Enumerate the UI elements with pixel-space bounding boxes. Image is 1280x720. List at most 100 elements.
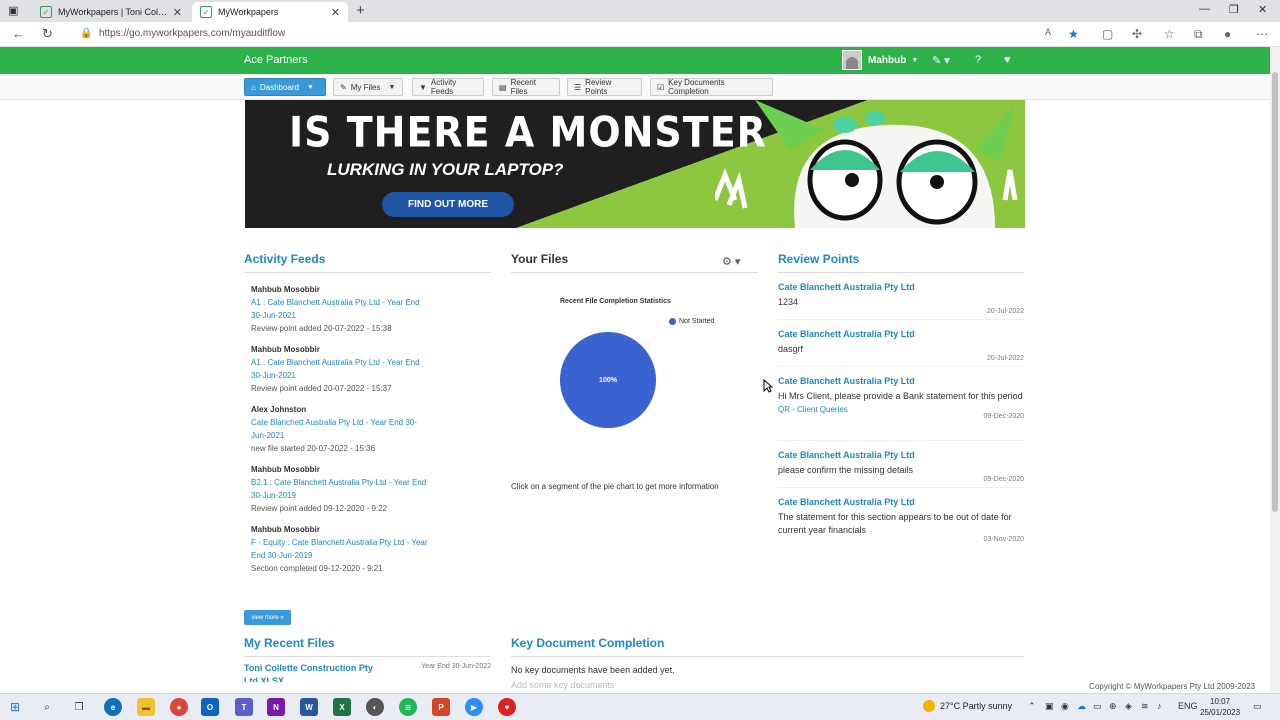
- browser-tab[interactable]: ✓ MyWorkpapers | Toni Collette Co ✕: [32, 2, 190, 22]
- my-files-button[interactable]: ✎ My Files ▼: [333, 78, 403, 96]
- review-client[interactable]: Cate Blanchett Australia Pty Ltd: [778, 282, 1024, 292]
- refresh-icon[interactable]: ↻: [42, 26, 53, 42]
- windows-start-icon[interactable]: ⊞: [6, 698, 24, 716]
- recent-file-link[interactable]: Toni Collette Construction Pty Ltd.XLSX: [244, 662, 394, 682]
- review-points-title[interactable]: Review Points: [778, 252, 1024, 273]
- more-icon[interactable]: ⋯: [1256, 27, 1268, 41]
- activity-feeds-button[interactable]: ▼ Activity Feeds: [412, 78, 484, 96]
- chrome-icon[interactable]: ●: [170, 698, 188, 716]
- key-docs-title[interactable]: Key Document Completion: [511, 636, 1024, 657]
- review-points-button[interactable]: ☰ Review Points: [567, 78, 642, 96]
- edge-icon[interactable]: e: [104, 698, 122, 716]
- puzzle-icon[interactable]: ✣: [1132, 27, 1142, 41]
- promo-banner[interactable]: IS THERE A MONSTER LURKING IN YOUR LAPTO…: [245, 100, 1025, 228]
- close-window-icon[interactable]: ✕: [1258, 3, 1267, 16]
- teams-icon[interactable]: T: [235, 698, 253, 716]
- key-documents-button[interactable]: ☑ Key Documents Completion: [650, 78, 773, 96]
- feed-link[interactable]: Cate Blanchett Australia Pty Ltd - Year …: [251, 416, 426, 442]
- task-view-icon[interactable]: ❐: [70, 698, 88, 716]
- language-indicator[interactable]: ENG: [1178, 701, 1198, 711]
- wrench-icon[interactable]: ✎ ▾: [932, 54, 950, 67]
- minimize-icon[interactable]: —: [1199, 3, 1210, 15]
- powerpoint-icon[interactable]: P: [432, 698, 450, 716]
- tray-app-icon[interactable]: ▭: [1093, 701, 1102, 712]
- lock-icon[interactable]: 🔒: [80, 28, 92, 39]
- window-menu-icon[interactable]: ▣: [8, 4, 18, 17]
- help-icon[interactable]: ?: [975, 54, 981, 66]
- volume-icon[interactable]: ♪: [1157, 701, 1162, 711]
- gear-icon[interactable]: ⚙ ▾: [722, 255, 740, 268]
- app-icon[interactable]: ♥: [498, 698, 516, 716]
- activity-feeds-title[interactable]: Activity Feeds: [244, 252, 491, 273]
- view-more-button[interactable]: view more »: [244, 610, 291, 625]
- review-client[interactable]: Cate Blanchett Australia Pty Ltd: [778, 376, 1024, 386]
- add-key-docs-link[interactable]: Add some key documents: [511, 680, 1024, 690]
- new-tab-icon[interactable]: +: [356, 2, 365, 19]
- chart-legend[interactable]: Not Started: [669, 318, 714, 325]
- tray-chevron-icon[interactable]: ⌃: [1028, 701, 1036, 712]
- read-aloud-icon[interactable]: A: [1045, 27, 1051, 37]
- close-tab-icon[interactable]: ✕: [173, 6, 182, 19]
- word-icon[interactable]: W: [300, 698, 318, 716]
- notification-icon[interactable]: ▭: [1253, 701, 1262, 712]
- clock[interactable]: 10:07 25/01/2023: [1200, 696, 1240, 718]
- feed-link[interactable]: F - Equity : Cate Blanchett Australia Pt…: [251, 536, 436, 562]
- favorites-icon[interactable]: ☆: [1164, 27, 1175, 41]
- feed-item: Alex Johnston Cate Blanchett Australia P…: [251, 405, 491, 453]
- feed-meta: new file started 20-07-2022 - 15:36: [251, 444, 376, 453]
- url-field[interactable]: https://go.myworkpapers.com/myauditflow: [99, 28, 285, 39]
- browser-tab-active[interactable]: ✓ MyWorkpapers ✕: [192, 2, 348, 22]
- review-point: Cate Blanchett Australia Pty Ltd 1234 20…: [778, 282, 1024, 320]
- tray-app-icon[interactable]: ⊕: [1109, 701, 1117, 712]
- page-scrollbar[interactable]: [1270, 47, 1280, 693]
- collections-icon[interactable]: ⧉: [1194, 27, 1203, 42]
- clock-time: 10:07: [1210, 697, 1231, 706]
- onenote-icon[interactable]: N: [267, 698, 285, 716]
- recent-file-year-end: Year End 30-Jun-2022: [421, 663, 491, 670]
- recent-files-button[interactable]: ▤ Recent Files: [492, 78, 560, 96]
- feed-link[interactable]: A1 : Cate Blanchett Australia Pty Ltd - …: [251, 356, 431, 382]
- activity-feeds-panel: Activity Feeds Mahbub Mosobbir A1 : Cate…: [244, 252, 491, 573]
- outlook-icon[interactable]: O: [201, 698, 219, 716]
- extension-icon[interactable]: ▢: [1102, 27, 1113, 41]
- user-menu[interactable]: Mahbub ▼: [842, 50, 918, 70]
- brand-name[interactable]: Ace Partners: [244, 54, 308, 66]
- maximize-icon[interactable]: ❐: [1229, 3, 1239, 16]
- heart-icon[interactable]: ♥: [1004, 54, 1011, 66]
- review-client[interactable]: Cate Blanchett Australia Pty Ltd: [778, 497, 1024, 507]
- close-tab-icon[interactable]: ✕: [331, 6, 340, 19]
- feed-link[interactable]: B2.1 : Cate Blanchett Australia Pty Ltd …: [251, 476, 436, 502]
- scrollbar-thumb[interactable]: [1272, 72, 1278, 512]
- recent-files-title[interactable]: My Recent Files: [244, 636, 491, 657]
- chart-hint: Click on a segment of the pie chart to g…: [511, 482, 719, 491]
- weather-widget[interactable]: 27°C Partly sunny: [923, 700, 1012, 712]
- app-icon[interactable]: ◐: [366, 698, 384, 716]
- recent-file-row: Toni Collette Construction Pty Ltd.XLSX …: [244, 662, 491, 682]
- zoom-icon[interactable]: ▶: [465, 698, 483, 716]
- profile-icon[interactable]: ●: [1224, 27, 1231, 41]
- search-icon[interactable]: ⌕: [38, 698, 56, 716]
- review-client[interactable]: Cate Blanchett Australia Pty Ltd: [778, 450, 1024, 460]
- feed-link[interactable]: A1 : Cate Blanchett Australia Pty Ltd - …: [251, 296, 431, 322]
- tray-app-icon[interactable]: ▣: [1045, 701, 1054, 712]
- dashboard-button[interactable]: ⌂ Dashboard ▼: [244, 78, 326, 96]
- review-date: 09-Dec-2020: [983, 476, 1024, 483]
- tray-app-icon[interactable]: ◈: [1125, 701, 1132, 712]
- chevron-down-icon[interactable]: ▼: [307, 84, 314, 91]
- file-explorer-icon[interactable]: ▬: [137, 698, 155, 716]
- wifi-icon[interactable]: ≋: [1141, 701, 1149, 712]
- review-client[interactable]: Cate Blanchett Australia Pty Ltd: [778, 329, 1024, 339]
- browser-tab-bar: ▣ ✓ MyWorkpapers | Toni Collette Co ✕ ✓ …: [0, 0, 1280, 22]
- find-out-more-button[interactable]: FIND OUT MORE: [382, 192, 514, 217]
- onedrive-icon[interactable]: ☁: [1077, 701, 1086, 712]
- tray-app-icon[interactable]: ◉: [1061, 701, 1069, 712]
- back-icon[interactable]: ←: [12, 26, 25, 41]
- feed-item: Mahbub Mosobbir A1 : Cate Blanchett Aust…: [251, 285, 491, 333]
- checkbox-icon: ☑: [657, 82, 665, 92]
- banner-headline: IS THERE A MONSTER: [289, 107, 767, 157]
- excel-icon[interactable]: X: [333, 698, 351, 716]
- favorite-star-icon[interactable]: ★: [1068, 27, 1079, 41]
- recent-files-panel: My Recent Files Toni Collette Constructi…: [244, 636, 491, 682]
- chevron-down-icon[interactable]: ▼: [388, 84, 395, 91]
- spotify-icon[interactable]: ≋: [399, 698, 417, 716]
